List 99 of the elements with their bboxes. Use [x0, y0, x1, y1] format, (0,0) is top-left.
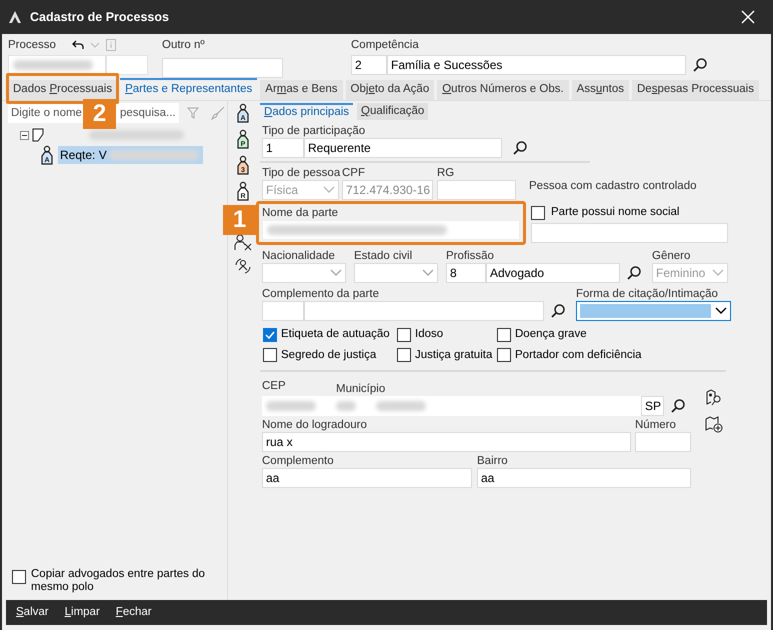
text-field[interactable]	[162, 58, 283, 78]
map-search-icon[interactable]	[705, 388, 723, 407]
text-field[interactable]: SP	[641, 396, 664, 416]
checkbox[interactable]	[497, 348, 511, 362]
process-year-field[interactable]	[106, 55, 148, 75]
map-add-icon[interactable]	[705, 414, 723, 433]
field-label: Competência	[351, 38, 420, 52]
checkbox-label: Doença grave	[515, 327, 587, 342]
checkbox[interactable]	[397, 348, 411, 362]
subtab[interactable]: Qualificação	[357, 103, 428, 120]
checkbox[interactable]	[12, 570, 26, 584]
field-label: CEP	[262, 378, 287, 394]
chevron-down-icon	[323, 186, 335, 194]
chevron-down-icon	[712, 269, 724, 278]
swap-people-icon[interactable]	[234, 257, 252, 275]
annotation-badge: 2	[83, 99, 116, 129]
app-logo-icon	[8, 10, 22, 24]
text-field[interactable]: aa	[262, 468, 472, 488]
footer-button[interactable]: Fechar	[116, 604, 152, 622]
text-field[interactable]: Família e Sucessões	[387, 55, 686, 75]
text-field[interactable]: Requerente	[304, 138, 502, 158]
close-icon[interactable]	[741, 10, 755, 24]
chevron-down-icon	[330, 269, 342, 278]
text-field[interactable]	[304, 301, 544, 322]
search-icon[interactable]	[550, 303, 566, 320]
subtab[interactable]: Dados principais	[260, 103, 354, 120]
tab[interactable]: Outros Números e Obs.	[437, 80, 569, 100]
tab[interactable]: Despesas Processuais	[632, 80, 759, 100]
search-icon[interactable]	[512, 140, 528, 156]
field-label: Número	[635, 418, 677, 432]
checkbox[interactable]	[397, 328, 411, 342]
undo-arrow-icon[interactable]	[72, 40, 84, 50]
address-city-field[interactable]	[262, 396, 641, 416]
checkbox[interactable]	[497, 328, 511, 342]
checkbox-label: Idoso	[415, 327, 444, 342]
checkbox-label: Etiqueta de autuação	[281, 327, 390, 342]
field-label: Nome do logradouro	[262, 418, 368, 432]
annotation-badge: 1	[223, 205, 256, 235]
dropdown[interactable]	[576, 301, 731, 322]
dropdown-value: Física	[266, 182, 300, 199]
field-label: Gênero	[652, 249, 692, 264]
field-label: Tipo de participação	[262, 124, 366, 138]
text-field[interactable]: 1	[262, 138, 304, 158]
text-field[interactable]	[635, 432, 691, 452]
field-label: Nacionalidade	[262, 249, 336, 264]
field-label: Bairro	[477, 454, 509, 468]
dropdown-value: Feminino	[656, 265, 706, 282]
checkbox[interactable]	[263, 328, 277, 342]
search-icon[interactable]	[692, 57, 708, 73]
search-icon[interactable]	[626, 265, 642, 282]
text-field[interactable]: rua x	[262, 432, 631, 452]
party-name-field[interactable]	[262, 220, 520, 240]
field-label: Complemento	[262, 454, 335, 468]
checkbox-label: Justiça gratuita	[415, 348, 492, 362]
checkbox[interactable]	[263, 348, 277, 362]
field-label: Profissão	[446, 249, 495, 264]
text-field[interactable]: 2	[351, 55, 387, 75]
tab[interactable]: Objeto da Ação	[346, 80, 434, 100]
text-field[interactable]	[437, 180, 516, 200]
field-label: Tipo de pessoa	[262, 166, 342, 180]
checkbox-label: Copiar advogados entre partes do mesmo polo	[31, 568, 206, 594]
text-field[interactable]: 8	[446, 263, 486, 284]
collapse-icon[interactable]	[20, 130, 29, 140]
document-icon	[32, 128, 44, 142]
field-label: CPF	[342, 166, 366, 180]
chevron-down-icon	[422, 269, 434, 278]
field-label: Nome da parte	[262, 206, 340, 220]
field-label: Processo	[8, 38, 56, 52]
search-field[interactable]: pesquisa...	[119, 103, 179, 123]
tab[interactable]: Armas e Bens	[260, 80, 343, 100]
text-field[interactable]	[262, 301, 304, 322]
field-label: RG	[437, 166, 456, 180]
field-label: Complemento da parte	[262, 287, 380, 302]
field-label: Estado civil	[354, 249, 414, 264]
text-field[interactable]	[531, 223, 728, 244]
blurred-text	[336, 400, 356, 411]
checkbox[interactable]	[531, 206, 545, 220]
text-field[interactable]: aa	[477, 468, 691, 488]
text-field[interactable]: Advogado	[486, 263, 620, 284]
field-label: Outro nº	[162, 38, 206, 52]
field-label: Município	[336, 382, 386, 396]
search-field[interactable]: Digite o nome	[8, 103, 85, 123]
tab[interactable]: Assuntos	[572, 80, 629, 100]
blurred-text	[376, 400, 426, 411]
tab[interactable]: Dados Processuais	[8, 80, 118, 100]
checkbox-label: Segredo de justiça	[281, 348, 376, 362]
controlled-person-note: Pessoa com cadastro controlado	[529, 179, 696, 194]
chevron-down-icon	[715, 307, 727, 316]
blurred-text	[266, 400, 316, 411]
window-title: Cadastro de Processos	[30, 8, 169, 26]
footer-button[interactable]: Limpar	[64, 604, 100, 622]
footer-button[interactable]: Salvar	[16, 604, 49, 622]
checkbox-label: Parte possui nome social	[551, 205, 680, 220]
process-number-field[interactable]	[8, 55, 106, 75]
checkbox-label: Portador com deficiência	[515, 348, 642, 362]
tree-item[interactable]: Reqte: V	[58, 146, 203, 164]
field-label: Forma de citação/Intimação	[576, 287, 719, 302]
remove-person-icon[interactable]	[234, 233, 252, 251]
search-icon[interactable]	[670, 398, 686, 414]
